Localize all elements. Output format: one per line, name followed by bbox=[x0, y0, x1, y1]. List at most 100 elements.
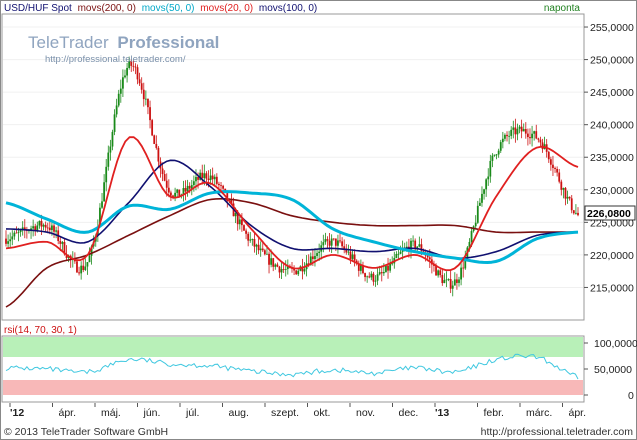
candle-body bbox=[7, 241, 9, 244]
candle-body bbox=[297, 270, 300, 275]
candle-body bbox=[412, 240, 414, 242]
candle-body bbox=[261, 248, 264, 251]
candle-body bbox=[504, 134, 506, 139]
candle-body bbox=[238, 219, 241, 225]
candle-body bbox=[253, 239, 256, 247]
time-tick-label: szept. bbox=[271, 407, 299, 419]
candle-body bbox=[140, 83, 143, 90]
candle-body bbox=[562, 187, 565, 190]
candle-body bbox=[142, 89, 145, 100]
candle-body bbox=[426, 255, 429, 258]
legend-movs20: movs(20, 0) bbox=[200, 3, 253, 14]
time-tick-label: dec. bbox=[399, 407, 419, 419]
candle-body bbox=[184, 188, 187, 192]
rsi-label: rsi(14, 70, 30, 1) bbox=[4, 325, 77, 336]
candle-body bbox=[268, 253, 270, 265]
candle-body bbox=[445, 279, 448, 281]
candle-body bbox=[234, 213, 237, 217]
candle-body bbox=[456, 279, 458, 283]
candle-body bbox=[80, 265, 83, 274]
chart-header: USD/HUF Spot movs(200, 0) movs(50, 0) mo… bbox=[4, 3, 317, 14]
candle-body bbox=[330, 238, 333, 246]
candle-body bbox=[259, 248, 262, 251]
time-tick-label: '13 bbox=[435, 407, 449, 419]
candle-body bbox=[387, 265, 389, 271]
candle-body bbox=[476, 205, 479, 223]
candle-body bbox=[76, 261, 78, 273]
candle-body bbox=[15, 232, 18, 234]
candle-body bbox=[447, 279, 450, 280]
watermark-brand-a: TeleTrader bbox=[28, 33, 109, 52]
time-tick-label: ápr. bbox=[569, 407, 587, 419]
candle-body bbox=[109, 146, 112, 153]
candle-body bbox=[524, 129, 527, 134]
candle-body bbox=[366, 276, 369, 278]
time-tick-label: nov. bbox=[356, 407, 375, 419]
price-tick-label: 230,0000 bbox=[590, 185, 634, 197]
candle-body bbox=[541, 142, 544, 150]
rsi-tick-label: 100,0000 bbox=[594, 338, 637, 350]
candle-body bbox=[222, 185, 225, 189]
candle-body bbox=[380, 272, 383, 274]
candle-body bbox=[122, 77, 124, 89]
candle-body bbox=[136, 67, 139, 80]
price-tick-label: 255,0000 bbox=[590, 22, 634, 34]
candle-body bbox=[495, 154, 498, 156]
candle-body bbox=[449, 279, 452, 289]
candle-body bbox=[385, 265, 387, 272]
candle-body bbox=[518, 126, 521, 129]
candle-body bbox=[255, 244, 258, 247]
candle-body bbox=[506, 134, 508, 137]
candle-body bbox=[9, 239, 12, 242]
candle-body bbox=[428, 257, 431, 260]
candle-body bbox=[395, 253, 398, 258]
candle-body bbox=[370, 273, 373, 278]
price-tick-label: 215,0000 bbox=[590, 282, 634, 294]
candle-body bbox=[144, 98, 147, 100]
candle-body bbox=[560, 181, 563, 190]
candle-body bbox=[111, 131, 114, 147]
candle-body bbox=[176, 189, 179, 193]
candle-body bbox=[38, 220, 41, 226]
candle-body bbox=[374, 280, 377, 282]
candle-body bbox=[215, 176, 218, 184]
rsi-overbought-band bbox=[3, 337, 583, 357]
candle-body bbox=[347, 251, 350, 253]
candle-body bbox=[188, 185, 191, 189]
candle-body bbox=[556, 168, 559, 173]
time-tick-label: jún. bbox=[143, 407, 161, 419]
price-tick-label: 220,0000 bbox=[590, 250, 634, 262]
candle-body bbox=[539, 139, 542, 143]
candle-body bbox=[481, 193, 483, 203]
candle-body bbox=[414, 240, 417, 249]
candle-body bbox=[322, 242, 325, 246]
candle-body bbox=[107, 152, 110, 167]
candle-body bbox=[243, 225, 245, 231]
candle-body bbox=[280, 269, 283, 273]
candle-body bbox=[435, 265, 437, 276]
watermark-url: http://professional.teletrader.com/ bbox=[45, 54, 186, 65]
candle-body bbox=[46, 227, 49, 229]
candle-body bbox=[566, 196, 569, 199]
candle-body bbox=[487, 176, 490, 180]
candle-body bbox=[389, 263, 392, 271]
candle-body bbox=[451, 285, 454, 289]
candle-body bbox=[489, 160, 492, 177]
candle-body bbox=[53, 225, 55, 232]
candle-body bbox=[213, 176, 216, 180]
candle-body bbox=[549, 159, 552, 165]
candle-body bbox=[207, 178, 210, 181]
candle-body bbox=[520, 126, 523, 132]
time-tick-label: okt. bbox=[314, 407, 331, 419]
candle-body bbox=[153, 135, 156, 144]
time-tick-label: márc. bbox=[526, 407, 552, 419]
candle-body bbox=[32, 226, 35, 229]
candle-body bbox=[55, 230, 58, 232]
candle-body bbox=[270, 258, 273, 265]
candle-body bbox=[460, 267, 462, 280]
candle-body bbox=[82, 265, 85, 270]
candle-body bbox=[282, 269, 285, 270]
candle-body bbox=[349, 251, 352, 259]
candle-body bbox=[276, 264, 279, 267]
rsi-tick-label: 50,0000 bbox=[594, 364, 632, 376]
